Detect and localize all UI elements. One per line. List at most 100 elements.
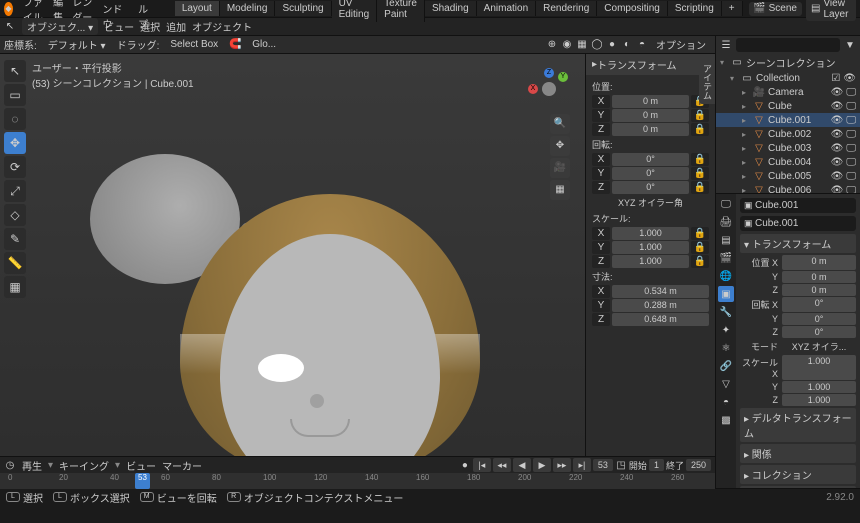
options-dropdown[interactable]: オプション: [651, 36, 711, 53]
axis-z[interactable]: Z: [544, 68, 554, 78]
prop-panel[interactable]: ▸ 関係: [740, 444, 856, 463]
tool-annotate[interactable]: ✎: [4, 228, 26, 250]
tool-add[interactable]: ▦: [4, 276, 26, 298]
np-loc-Z[interactable]: 0 m: [612, 123, 689, 136]
tool-rotate[interactable]: ⟳: [4, 156, 26, 178]
lock-icon[interactable]: 🔒: [691, 123, 709, 136]
workspace-tab-rendering[interactable]: Rendering: [536, 1, 597, 16]
tab-particles-icon[interactable]: ✦: [718, 322, 734, 338]
playhead[interactable]: 53: [135, 473, 150, 489]
outliner-item[interactable]: ▸▽Cube.006👁🖵: [716, 183, 860, 194]
workspace-tab-layout[interactable]: Layout: [175, 1, 220, 16]
disable-icon[interactable]: 🖵: [846, 115, 856, 126]
pan-icon[interactable]: ✥: [550, 136, 570, 156]
p-loc-X[interactable]: 0 m: [782, 255, 856, 270]
blender-logo[interactable]: ◆: [4, 2, 13, 16]
lock-icon[interactable]: 🔒: [691, 181, 709, 194]
tl-view[interactable]: ビュー: [126, 458, 156, 473]
disable-icon[interactable]: 🖵: [846, 129, 856, 140]
orient-dropdown[interactable]: デフォルト ▾: [43, 36, 111, 53]
tab-modifier-icon[interactable]: 🔧: [718, 304, 734, 320]
outliner-item[interactable]: ▸▽Cube.005👁🖵: [716, 169, 860, 183]
disable-icon[interactable]: 🖵: [846, 143, 856, 154]
outliner-item[interactable]: ▸▽Cube.004👁🖵: [716, 155, 860, 169]
hdr-select[interactable]: 選択: [140, 19, 160, 34]
shade-solid-icon[interactable]: ●: [606, 39, 618, 51]
lock-icon[interactable]: 🔒: [691, 227, 709, 240]
tab-physics-icon[interactable]: ⚛: [718, 340, 734, 356]
filter-icon[interactable]: ▼: [844, 39, 856, 51]
snap-icon[interactable]: 🧲: [229, 39, 241, 51]
outliner-item[interactable]: ▸▽Cube.002👁🖵: [716, 127, 860, 141]
tab-scene-icon[interactable]: 🎬: [718, 250, 734, 266]
disable-icon[interactable]: 🖵: [846, 87, 856, 98]
prev-key-icon[interactable]: ◂◂: [493, 458, 511, 472]
tl-playback[interactable]: 再生: [22, 458, 42, 473]
np-rot-Z[interactable]: 0°: [612, 181, 689, 194]
tool-measure[interactable]: 📏: [4, 252, 26, 274]
camera-icon[interactable]: 🎥: [550, 158, 570, 178]
hdr-add[interactable]: 追加: [166, 19, 186, 34]
npanel-tab-item[interactable]: アイテム: [699, 60, 715, 104]
tool-select[interactable]: ▭: [4, 84, 26, 106]
next-key-icon[interactable]: ▸▸: [553, 458, 571, 472]
outliner-item[interactable]: ▸▽Cube👁🖵: [716, 99, 860, 113]
lock-icon[interactable]: 🔒: [691, 255, 709, 268]
workspace-tab-uv-editing[interactable]: UV Editing: [332, 0, 378, 22]
eye-icon[interactable]: 👁: [831, 185, 844, 195]
eye-icon[interactable]: 👁: [831, 87, 844, 98]
disable-icon[interactable]: 🖵: [846, 157, 856, 168]
mode-dropdown[interactable]: オブジェク... ▾: [22, 18, 98, 35]
workspace-tab-scripting[interactable]: Scripting: [668, 1, 722, 16]
p-scale-X[interactable]: 1.000: [782, 355, 856, 380]
np-scale-Y[interactable]: 1.000: [612, 241, 689, 254]
zoom-icon[interactable]: 🔍: [550, 114, 570, 134]
persp-icon[interactable]: ▦: [550, 180, 570, 200]
tool-lasso[interactable]: ◌: [4, 108, 26, 130]
eye-icon[interactable]: 👁: [831, 171, 844, 182]
hdr-object[interactable]: オブジェクト: [192, 19, 252, 34]
np-dim-Z[interactable]: 0.648 m: [612, 313, 709, 326]
p-rot-Z[interactable]: 0°: [782, 326, 856, 338]
tl-marker[interactable]: マーカー: [162, 458, 202, 473]
snap-dropdown[interactable]: Glo...: [247, 38, 281, 51]
workspace-tab-texture-paint[interactable]: Texture Paint: [377, 0, 425, 22]
p-rot-Y[interactable]: 0°: [782, 313, 856, 325]
eye-icon[interactable]: 👁: [831, 101, 844, 112]
clock-icon[interactable]: ◷: [4, 459, 16, 471]
outliner-item[interactable]: ▸▽Cube.001👁🖵: [716, 113, 860, 127]
outliner-collection[interactable]: ▾▭Collection☑👁: [716, 71, 860, 85]
p-loc-Z[interactable]: 0 m: [782, 284, 856, 296]
tab-data-icon[interactable]: ▽: [718, 376, 734, 392]
tab-constraint-icon[interactable]: 🔗: [718, 358, 734, 374]
tab-output-icon[interactable]: 🖨: [718, 214, 734, 230]
shade-matprev-icon[interactable]: ◐: [621, 39, 633, 51]
axis-y[interactable]: Y: [558, 72, 568, 82]
npanel-header[interactable]: ▸ トランスフォーム: [586, 54, 715, 75]
p-loc-Y[interactable]: 0 m: [782, 271, 856, 283]
eye-icon[interactable]: 👁: [831, 129, 844, 140]
outliner-item[interactable]: ▸🎥Camera👁🖵: [716, 85, 860, 99]
disable-icon[interactable]: 🖵: [846, 185, 856, 195]
workspace-tab-modeling[interactable]: Modeling: [220, 1, 276, 16]
lock-icon[interactable]: 🔒: [691, 241, 709, 254]
3d-viewport[interactable]: ↖▭◌✥⟳⤢◇✎📏▦ ユーザー・平行投影 (53) シーンコレクション | Cu…: [0, 54, 715, 456]
disable-icon[interactable]: 🖵: [846, 101, 856, 112]
tab-material-icon[interactable]: ◓: [718, 394, 734, 410]
outliner-search[interactable]: [736, 38, 840, 52]
start-frame[interactable]: 1: [649, 459, 664, 471]
scene-picker[interactable]: 🎬Scene: [749, 2, 802, 16]
play-rev-icon[interactable]: ◀: [513, 458, 531, 472]
np-loc-X[interactable]: 0 m: [612, 95, 689, 108]
jump-start-icon[interactable]: |◂: [473, 458, 491, 472]
tab-viewlayer-icon[interactable]: ▤: [718, 232, 734, 248]
workspace-tab-animation[interactable]: Animation: [477, 1, 536, 16]
range-icon[interactable]: ◳: [615, 459, 627, 471]
disable-icon[interactable]: 🖵: [846, 171, 856, 182]
autokey-icon[interactable]: ●: [459, 459, 471, 471]
np-scale-Z[interactable]: 1.000: [612, 255, 689, 268]
workspace-tab-sculpting[interactable]: Sculpting: [275, 1, 331, 16]
tab-render-icon[interactable]: 🖵: [718, 196, 734, 212]
drag-dropdown[interactable]: Select Box: [165, 38, 223, 51]
lock-icon[interactable]: 🔒: [691, 167, 709, 180]
